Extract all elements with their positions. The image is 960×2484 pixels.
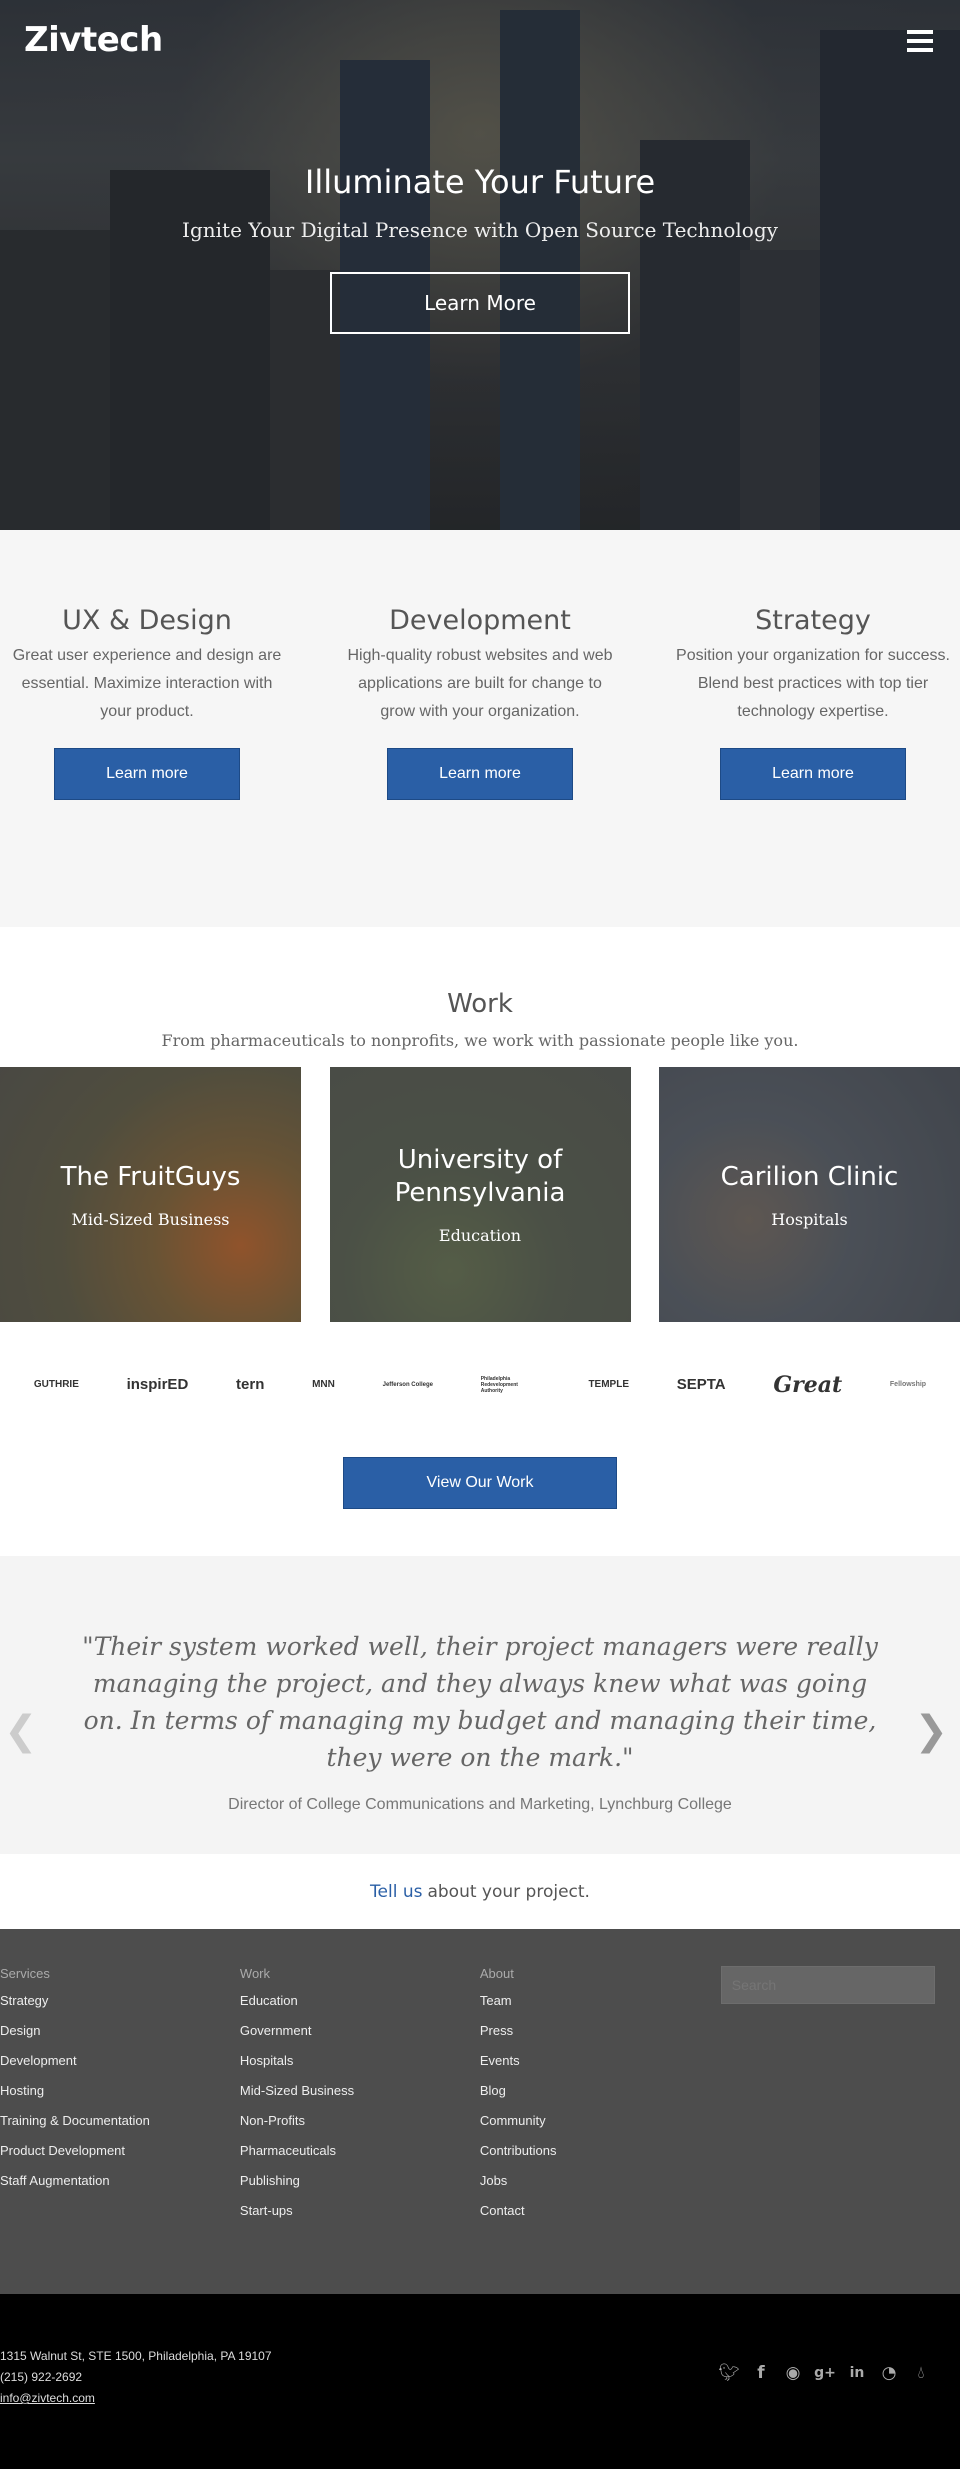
client-logos: GUTHRIE inspirED tern MNN Jefferson Coll… bbox=[0, 1322, 960, 1447]
footer-link[interactable]: Product Development bbox=[0, 2143, 240, 2173]
development-learn-more-button[interactable]: Learn more bbox=[387, 748, 573, 800]
rss-icon[interactable]: ◔ bbox=[880, 2363, 898, 2383]
hero-learn-more-button[interactable]: Learn More bbox=[330, 272, 630, 334]
client-logo-tern: tern bbox=[236, 1376, 265, 1393]
testimonial-section: ❮ "Their system worked well, their proje… bbox=[0, 1556, 960, 1854]
footer-bottom: 1315 Walnut St, STE 1500, Philadelphia, … bbox=[0, 2294, 960, 2469]
search-input[interactable] bbox=[720, 1966, 935, 2004]
footer-link[interactable]: Non-Profits bbox=[240, 2113, 480, 2143]
service-title: Development bbox=[389, 605, 571, 636]
tile-title: University of Pennsylvania bbox=[394, 1145, 566, 1208]
footer-link[interactable]: Education bbox=[240, 1993, 480, 2023]
contact-text: about your project. bbox=[427, 1881, 590, 1902]
footer-link[interactable]: Start-ups bbox=[240, 2203, 480, 2233]
footer-link[interactable]: Staff Augmentation bbox=[0, 2173, 240, 2203]
service-strategy: Strategy Position your organization for … bbox=[666, 605, 960, 927]
google-plus-icon[interactable]: g+ bbox=[814, 2364, 836, 2382]
service-description: Great user experience and design are ess… bbox=[12, 647, 282, 720]
work-tile-carilion[interactable]: Carilion Clinic Hospitals bbox=[659, 1067, 960, 1322]
client-logo-fellowship: Fellowship bbox=[889, 1381, 927, 1388]
ux-learn-more-button[interactable]: Learn more bbox=[54, 748, 240, 800]
client-logo-temple: TEMPLE bbox=[588, 1379, 629, 1390]
footer-link[interactable]: Government bbox=[240, 2023, 480, 2053]
work-section: Work From pharmaceuticals to nonprofits,… bbox=[0, 927, 960, 1556]
client-logo-mnn: MNN bbox=[312, 1379, 335, 1390]
service-title: UX & Design bbox=[62, 605, 232, 636]
facebook-icon[interactable]: f bbox=[752, 2363, 770, 2383]
tile-title: Carilion Clinic bbox=[720, 1161, 899, 1192]
hero-subtitle: Ignite Your Digital Presence with Open S… bbox=[182, 218, 778, 242]
footer-link[interactable]: Press bbox=[480, 2023, 720, 2053]
testimonial-quote: "Their system worked well, their project… bbox=[82, 1632, 878, 1772]
drupal-icon[interactable]: 💧︎ bbox=[912, 2363, 930, 2383]
client-logo-pra: Philadelphia Redevelopment Authority bbox=[480, 1375, 518, 1394]
client-logo-guthrie: GUTHRIE bbox=[33, 1379, 79, 1390]
footer-link[interactable]: Events bbox=[480, 2053, 720, 2083]
footer-column-services: Services Strategy Design Development Hos… bbox=[0, 1966, 240, 2294]
footer-link[interactable]: Pharmaceuticals bbox=[240, 2143, 480, 2173]
work-title: Work bbox=[447, 989, 513, 1019]
social-links: 🐦︎ f ◉ g+ in ◔ 💧︎ bbox=[718, 2363, 930, 2383]
footer-link[interactable]: Mid-Sized Business bbox=[240, 2083, 480, 2113]
footer-nav: Services Strategy Design Development Hos… bbox=[0, 1929, 960, 2294]
footer-link[interactable]: Hosting bbox=[0, 2083, 240, 2113]
chevron-right-icon[interactable]: ❯ bbox=[914, 1708, 948, 1754]
hero-title: Illuminate Your Future bbox=[304, 163, 656, 201]
footer-link[interactable]: Blog bbox=[480, 2083, 720, 2113]
services-section: UX & Design Great user experience and de… bbox=[0, 530, 960, 927]
footer-column-about: About Team Press Events Blog Community C… bbox=[480, 1966, 720, 2294]
footer-link[interactable]: Development bbox=[0, 2053, 240, 2083]
client-logo-inspired: inspirED bbox=[126, 1376, 189, 1393]
work-tile-upenn[interactable]: University of Pennsylvania Education bbox=[329, 1067, 631, 1322]
client-logo-septa: SEPTA bbox=[676, 1376, 726, 1393]
hamburger-menu-icon[interactable] bbox=[907, 30, 933, 52]
work-tiles: The FruitGuys Mid-Sized Business Univers… bbox=[0, 1067, 960, 1322]
tell-us-link[interactable]: Tell us bbox=[370, 1882, 422, 1902]
tile-category: Education bbox=[438, 1226, 522, 1245]
tile-title: The FruitGuys bbox=[60, 1161, 241, 1192]
view-our-work-button[interactable]: View Our Work bbox=[343, 1457, 617, 1509]
twitter-icon[interactable]: 🐦︎ bbox=[718, 2363, 740, 2383]
footer-link[interactable]: Training & Documentation bbox=[0, 2113, 240, 2143]
address: 1315 Walnut St, STE 1500, Philadelphia, … bbox=[0, 2349, 272, 2363]
work-tile-fruitguys[interactable]: The FruitGuys Mid-Sized Business bbox=[0, 1067, 301, 1322]
footer-link[interactable]: Contributions bbox=[480, 2143, 720, 2173]
github-icon[interactable]: ◉ bbox=[784, 2363, 802, 2383]
service-title: Strategy bbox=[755, 605, 871, 636]
footer-link[interactable]: Design bbox=[0, 2023, 240, 2053]
contact-info: 1315 Walnut St, STE 1500, Philadelphia, … bbox=[0, 2346, 272, 2409]
email-link[interactable]: info@zivtech.com bbox=[0, 2391, 95, 2405]
site-logo[interactable]: Zivtech bbox=[24, 20, 163, 60]
service-description: Position your organization for success. … bbox=[676, 647, 950, 720]
service-description: High-quality robust websites and web app… bbox=[347, 647, 613, 720]
footer-link[interactable]: Jobs bbox=[480, 2173, 720, 2203]
client-logo-jefferson: Jefferson College bbox=[382, 1381, 433, 1388]
tile-category: Mid-Sized Business bbox=[71, 1209, 230, 1229]
chevron-left-icon[interactable]: ❮ bbox=[4, 1708, 38, 1754]
testimonial-author: Director of College Communications and M… bbox=[228, 1796, 732, 1813]
linkedin-icon[interactable]: in bbox=[848, 2364, 866, 2382]
footer-link[interactable]: Team bbox=[480, 1993, 720, 2023]
hero-section: Zivtech Illuminate Your Future Ignite Yo… bbox=[0, 0, 960, 530]
work-lead: From pharmaceuticals to nonprofits, we w… bbox=[161, 1031, 799, 1050]
footer-link[interactable]: Hospitals bbox=[240, 2053, 480, 2083]
footer-heading: About bbox=[479, 1966, 514, 1981]
strategy-learn-more-button[interactable]: Learn more bbox=[720, 748, 906, 800]
footer-column-work: Work Education Government Hospitals Mid-… bbox=[240, 1966, 480, 2294]
footer-link[interactable]: Publishing bbox=[240, 2173, 480, 2203]
footer-heading: Services bbox=[0, 1966, 50, 1981]
service-development: Development High-quality robust websites… bbox=[333, 605, 627, 927]
phone: (215) 922-2692 bbox=[0, 2370, 83, 2384]
client-logo-great: Great bbox=[773, 1371, 843, 1398]
contact-cta: Tell us about your project. bbox=[0, 1854, 960, 1929]
footer-link[interactable]: Strategy bbox=[0, 1993, 240, 2023]
footer-link[interactable]: Contact bbox=[480, 2203, 720, 2233]
service-ux-design: UX & Design Great user experience and de… bbox=[0, 605, 294, 927]
tile-category: Hospitals bbox=[771, 1209, 848, 1229]
footer-link[interactable]: Community bbox=[480, 2113, 720, 2143]
footer-heading: Work bbox=[239, 1966, 271, 1981]
